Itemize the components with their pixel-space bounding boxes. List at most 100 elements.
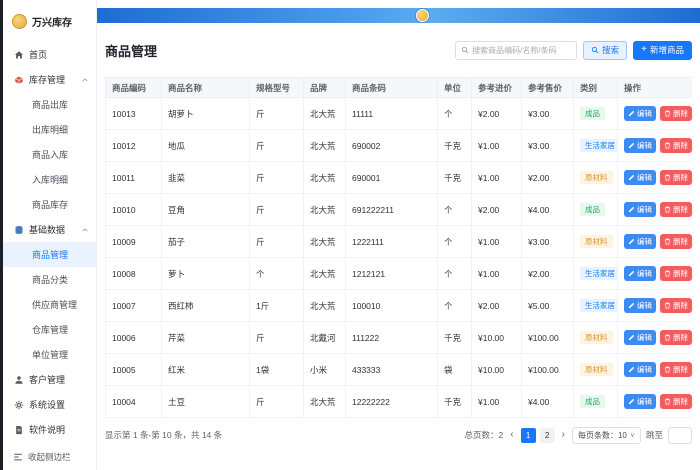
cell-category: 生活家居 bbox=[573, 257, 618, 290]
delete-button[interactable]: 删除 bbox=[660, 362, 692, 377]
cell-code: 10011 bbox=[105, 161, 162, 194]
sidebar-item-label: 首页 bbox=[29, 50, 48, 60]
main-area: 商品管理 搜索 + 新增商品 bbox=[97, 0, 700, 470]
cell-brand: 北戴河 bbox=[303, 321, 346, 354]
delete-button[interactable]: 删除 bbox=[660, 138, 692, 153]
cell-name: 芹菜 bbox=[161, 321, 250, 354]
next-page-button[interactable]: › bbox=[560, 430, 567, 440]
sidebar-item-product-category[interactable]: 商品分类 bbox=[3, 267, 96, 292]
sidebar-item-product-stock[interactable]: 商品库存 bbox=[3, 192, 96, 217]
search-box bbox=[455, 40, 578, 60]
prev-page-button[interactable]: ‹ bbox=[508, 430, 515, 440]
cell-name: 茄子 bbox=[161, 225, 250, 258]
cell-brand: 北大荒 bbox=[303, 225, 346, 258]
cell-brand: 小米 bbox=[303, 353, 346, 386]
cell-spec: 1袋 bbox=[249, 353, 304, 386]
delete-button[interactable]: 删除 bbox=[660, 298, 692, 313]
page-button-1[interactable]: 1 bbox=[520, 427, 536, 443]
cell-name: 萝卜 bbox=[161, 257, 250, 290]
pencil-icon bbox=[628, 302, 635, 309]
cell-purchase: ¥1.00 bbox=[471, 161, 522, 194]
delete-button[interactable]: 删除 bbox=[660, 170, 692, 185]
sidebar-item-label: 基础数据 bbox=[29, 225, 66, 235]
sidebar-item-product-outbound[interactable]: 商品出库 bbox=[3, 92, 96, 117]
cell-actions: 编辑 删除 bbox=[617, 161, 692, 194]
edit-button[interactable]: 编辑 bbox=[624, 330, 656, 345]
sidebar-item-product-management[interactable]: 商品管理 bbox=[3, 242, 96, 267]
delete-label: 删除 bbox=[673, 205, 688, 214]
sidebar: 万兴库存 首页库存管理 商品出库出库明细商品入库入库明细商品库存基础数据商品管理商… bbox=[3, 0, 97, 470]
page-numbers: 12 bbox=[520, 427, 555, 443]
sidebar-item-label: 入库明细 bbox=[32, 175, 69, 185]
edit-button[interactable]: 编辑 bbox=[624, 202, 656, 217]
sidebar-item-outbound-details[interactable]: 出库明细 bbox=[3, 117, 96, 142]
sidebar-item-software-info[interactable]: 软件说明 bbox=[3, 417, 96, 442]
sidebar-item-unit-management[interactable]: 单位管理 bbox=[3, 342, 96, 367]
edit-button[interactable]: 编辑 bbox=[624, 170, 656, 185]
column-header: 操作 bbox=[617, 77, 692, 98]
collapse-sidebar-button[interactable]: 收起侧边栏 bbox=[3, 444, 96, 470]
delete-button[interactable]: 删除 bbox=[660, 106, 692, 121]
edit-button[interactable]: 编辑 bbox=[624, 298, 656, 313]
add-product-button[interactable]: + 新增商品 bbox=[633, 40, 692, 60]
cell-sale: ¥2.00 bbox=[521, 161, 574, 194]
app-logo: 万兴库存 bbox=[3, 0, 96, 42]
sidebar-item-supplier-management[interactable]: 供应商管理 bbox=[3, 292, 96, 317]
search-input[interactable] bbox=[472, 45, 572, 55]
pencil-icon bbox=[628, 110, 635, 117]
cell-purchase: ¥10.00 bbox=[471, 353, 522, 386]
edit-label: 编辑 bbox=[637, 237, 652, 246]
delete-button[interactable]: 删除 bbox=[660, 234, 692, 249]
jump-page-input[interactable] bbox=[668, 426, 692, 444]
cell-unit: 袋 bbox=[437, 353, 472, 386]
edit-button[interactable]: 编辑 bbox=[624, 106, 656, 121]
edit-label: 编辑 bbox=[637, 301, 652, 310]
delete-label: 删除 bbox=[673, 333, 688, 342]
pagination: 总页数：2 ‹ 12 › 每页条数：10 ∨ 跳至 bbox=[465, 426, 692, 444]
sidebar-item-inbound-details[interactable]: 入库明细 bbox=[3, 167, 96, 192]
column-header: 商品条码 bbox=[345, 77, 438, 98]
delete-button[interactable]: 删除 bbox=[660, 202, 692, 217]
table-row: 10012 地瓜斤北大荒 690002 千克 ¥1.00 ¥3.00 生活家居 编辑 删除 bbox=[105, 129, 692, 162]
cell-brand: 北大荒 bbox=[303, 193, 346, 226]
search-button[interactable]: 搜索 bbox=[583, 40, 628, 60]
cell-code: 10009 bbox=[105, 225, 162, 258]
trash-icon bbox=[664, 206, 671, 213]
sidebar-item-warehouse-management[interactable]: 仓库管理 bbox=[3, 317, 96, 342]
sidebar-item-product-inbound[interactable]: 商品入库 bbox=[3, 142, 96, 167]
sidebar-item-system-settings[interactable]: 系统设置 bbox=[3, 392, 96, 417]
per-page-select[interactable]: 每页条数：10 ∨ bbox=[571, 426, 641, 444]
chevron-down-icon: ∨ bbox=[629, 432, 635, 439]
sidebar-item-label: 客户管理 bbox=[29, 375, 66, 385]
cell-unit: 千克 bbox=[437, 161, 472, 194]
edit-button[interactable]: 编辑 bbox=[624, 362, 656, 377]
delete-button[interactable]: 删除 bbox=[660, 266, 692, 281]
cell-actions: 编辑 删除 bbox=[617, 97, 692, 130]
column-header: 类别 bbox=[573, 77, 618, 98]
edit-button[interactable]: 编辑 bbox=[624, 394, 656, 409]
delete-button[interactable]: 删除 bbox=[660, 394, 692, 409]
cell-category: 原材料 bbox=[573, 321, 618, 354]
table-row: 10013 胡萝卜斤北大荒 11111 个 ¥2.00 ¥3.00 成品 编辑 删除 bbox=[105, 97, 692, 130]
page-button-2[interactable]: 2 bbox=[539, 427, 555, 443]
sidebar-item-home[interactable]: 首页 bbox=[3, 42, 96, 67]
table-row: 10004 土豆斤北大荒 12222222 千克 ¥1.00 ¥4.00 成品 编辑 删除 bbox=[105, 385, 692, 418]
sidebar-item-customer-management[interactable]: 客户管理 bbox=[3, 367, 96, 392]
delete-button[interactable]: 删除 bbox=[660, 330, 692, 345]
cell-spec: 个 bbox=[249, 257, 304, 290]
sidebar-item-label: 出库明细 bbox=[32, 125, 69, 135]
cell-actions: 编辑 删除 bbox=[617, 353, 692, 386]
table-header-row: 商品编码 商品名称 规格型号 品牌 商品条码 单位 参考进价 参考售价 类别 操作 bbox=[105, 77, 692, 98]
cell-category: 生活家居 bbox=[573, 129, 618, 162]
delete-label: 删除 bbox=[673, 141, 688, 150]
jump-label: 跳至 bbox=[645, 430, 663, 440]
cell-name: 豆角 bbox=[161, 193, 250, 226]
cell-spec: 斤 bbox=[249, 97, 304, 130]
edit-button[interactable]: 编辑 bbox=[624, 266, 656, 281]
edit-button[interactable]: 编辑 bbox=[624, 234, 656, 249]
sidebar-item-basic-data[interactable]: 基础数据 bbox=[3, 217, 96, 242]
sidebar-item-inventory-management[interactable]: 库存管理 bbox=[3, 67, 96, 92]
edit-button[interactable]: 编辑 bbox=[624, 138, 656, 153]
search-icon bbox=[461, 46, 469, 54]
cell-barcode: 12222222 bbox=[345, 385, 438, 418]
